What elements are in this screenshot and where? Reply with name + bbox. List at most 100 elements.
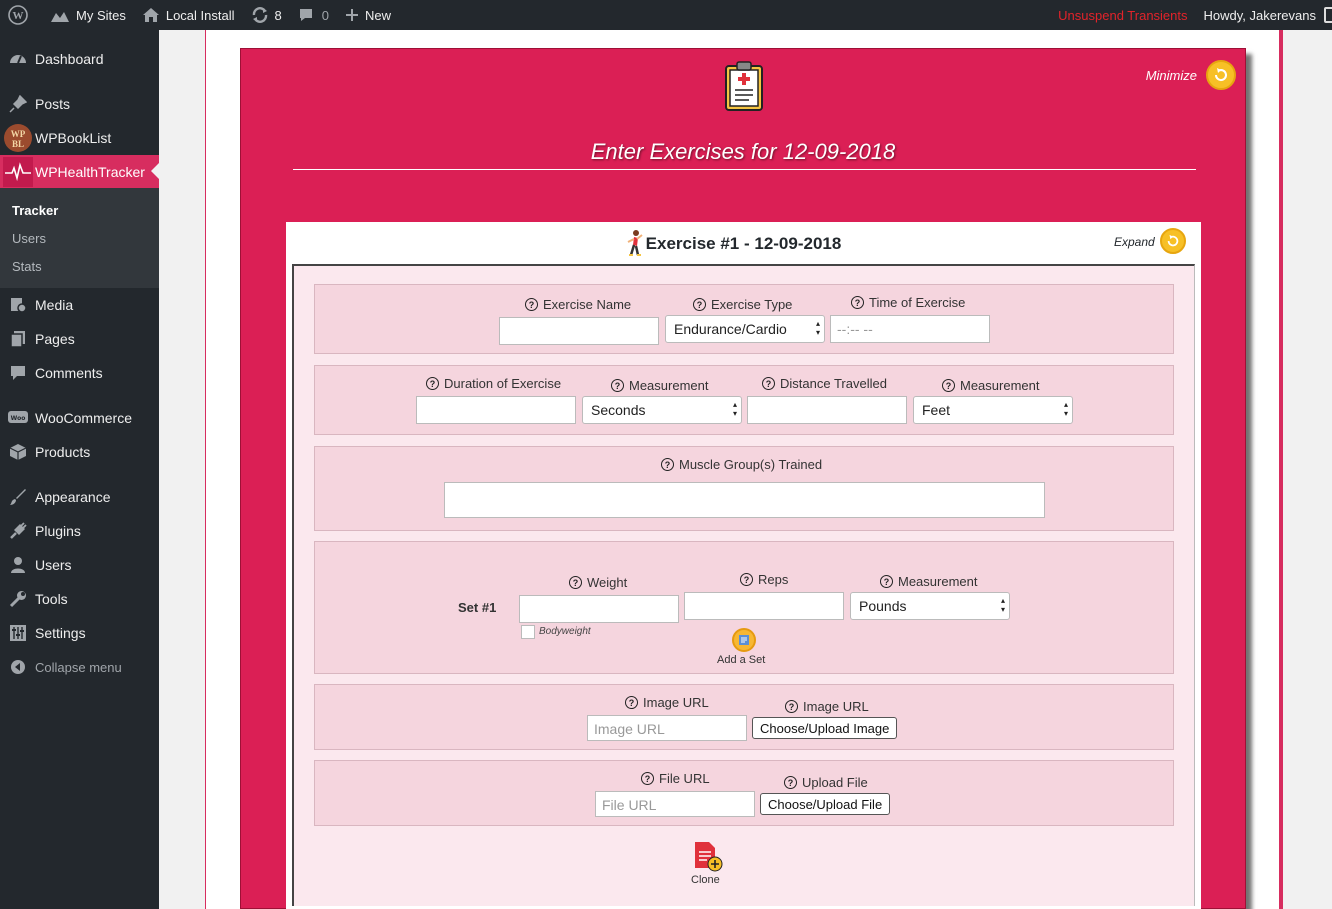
- help-icon[interactable]: ?: [569, 576, 582, 589]
- brush-icon: [9, 489, 26, 505]
- sidebar-item-wphealthtracker[interactable]: WPHealthTracker: [0, 155, 159, 189]
- exercise-name-input[interactable]: [499, 317, 659, 345]
- refresh-icon: [1167, 234, 1179, 247]
- weight-input[interactable]: [519, 595, 679, 623]
- sidebar-item-products[interactable]: Products: [0, 435, 159, 469]
- sidebar-item-label: Media: [35, 297, 74, 313]
- sidebar-item-media[interactable]: Media: [0, 288, 159, 322]
- sidebar-item-users[interactable]: Users: [0, 548, 159, 582]
- help-icon[interactable]: ?: [641, 772, 654, 785]
- submenu-item-users[interactable]: Users: [12, 231, 46, 246]
- plus-icon: [345, 9, 358, 21]
- add-set-label[interactable]: Add a Set: [717, 654, 765, 666]
- help-icon[interactable]: ?: [693, 298, 706, 311]
- sidebar-item-comments[interactable]: Comments: [0, 356, 159, 390]
- sidebar-item-pages[interactable]: Pages: [0, 322, 159, 356]
- choose-upload-file-button[interactable]: Choose/Upload File: [760, 793, 891, 815]
- time-of-exercise-label: ? Time of Exercise: [851, 295, 965, 310]
- measurement-label: ? Measurement: [880, 574, 977, 589]
- user-icon: [10, 557, 25, 573]
- submenu-item-stats[interactable]: Stats: [12, 259, 42, 274]
- sidebar-item-wpbooklist[interactable]: WP BL WPBookList: [0, 121, 159, 155]
- sidebar-item-woocommerce[interactable]: Woo WooCommerce: [0, 401, 159, 435]
- svg-text:WP: WP: [10, 129, 25, 139]
- reps-input[interactable]: [684, 592, 844, 620]
- label-text: Exercise Type: [711, 297, 793, 312]
- label-text: Measurement: [898, 574, 978, 589]
- sidebar-item-label: Dashboard: [35, 51, 104, 67]
- sidebar-item-settings[interactable]: Settings: [0, 616, 159, 650]
- distance-input[interactable]: [747, 396, 907, 424]
- help-icon[interactable]: ?: [785, 700, 798, 713]
- avatar[interactable]: [1324, 7, 1332, 23]
- minimize-label[interactable]: Minimize: [1146, 68, 1197, 83]
- distance-label: ? Distance Travelled: [762, 376, 887, 391]
- clone-button[interactable]: [693, 840, 723, 875]
- bodyweight-checkbox[interactable]: [521, 625, 535, 639]
- measurement-label: ? Measurement: [942, 378, 1039, 393]
- help-icon[interactable]: ?: [784, 776, 797, 789]
- label-text: Image URL: [643, 695, 709, 710]
- duration-input[interactable]: [416, 396, 576, 424]
- help-icon[interactable]: ?: [851, 296, 864, 309]
- duration-measurement-select[interactable]: Seconds: [582, 396, 742, 424]
- svg-text:W: W: [13, 10, 24, 22]
- heartbeat-icon: [2, 157, 33, 187]
- time-of-exercise-input[interactable]: --:-- --: [830, 315, 990, 343]
- sidebar-item-plugins[interactable]: Plugins: [0, 514, 159, 548]
- clone-label[interactable]: Clone: [691, 874, 720, 886]
- panel-title: Enter Exercises for 12-09-2018: [590, 139, 896, 164]
- woo-icon: Woo: [7, 411, 28, 423]
- help-icon[interactable]: ?: [661, 458, 674, 471]
- sidebar-item-label: Comments: [35, 365, 103, 381]
- exercise-type-select[interactable]: Endurance/Cardio: [665, 315, 825, 343]
- sidebar-item-appearance[interactable]: Appearance: [0, 480, 159, 514]
- unsuspend-transients-link[interactable]: Unsuspend Transients: [1050, 8, 1195, 23]
- sidebar-item-label: Appearance: [35, 489, 111, 505]
- expand-label[interactable]: Expand: [1114, 235, 1155, 249]
- minimize-button[interactable]: [1206, 60, 1236, 90]
- image-url-input[interactable]: Image URL: [587, 715, 747, 741]
- svg-text:Woo: Woo: [10, 415, 25, 422]
- help-icon[interactable]: ?: [762, 377, 775, 390]
- help-icon[interactable]: ?: [611, 379, 624, 392]
- updates-menu[interactable]: 8: [243, 0, 290, 30]
- my-sites-menu[interactable]: My Sites: [42, 0, 134, 30]
- file-url-input[interactable]: File URL: [595, 791, 755, 817]
- comments-menu[interactable]: 0: [290, 0, 337, 30]
- label-text: Distance Travelled: [780, 376, 887, 391]
- sidebar-item-posts[interactable]: Posts: [0, 87, 159, 121]
- label-text: Reps: [758, 572, 789, 587]
- exercise-type-label: ? Exercise Type: [693, 297, 792, 312]
- site-name-label: Local Install: [165, 7, 235, 23]
- site-name-menu[interactable]: Local Install: [134, 0, 243, 30]
- choose-upload-image-button[interactable]: Choose/Upload Image: [752, 717, 898, 739]
- help-icon[interactable]: ?: [880, 575, 893, 588]
- add-set-button[interactable]: [732, 628, 756, 652]
- help-icon[interactable]: ?: [625, 696, 638, 709]
- wpbooklist-logo-icon: WPBL: [3, 124, 32, 152]
- sidebar-item-tools[interactable]: Tools: [0, 582, 159, 616]
- wordpress-logo-button[interactable]: W: [0, 0, 42, 30]
- new-content-menu[interactable]: New: [337, 0, 399, 30]
- help-icon[interactable]: ?: [942, 379, 955, 392]
- row-sets: Set #1 ? Weight Bodyweight ? Reps ? Measure…: [314, 541, 1174, 674]
- sidebar-item-dashboard[interactable]: Dashboard: [0, 42, 159, 76]
- weight-measurement-select[interactable]: Pounds: [850, 592, 1010, 620]
- label-text: Measurement: [629, 378, 709, 393]
- label-text: Time of Exercise: [869, 295, 966, 310]
- submenu-item-tracker[interactable]: Tracker: [12, 203, 58, 218]
- set-label: Set #1: [458, 600, 497, 615]
- file-url-label: ? File URL: [641, 771, 710, 786]
- distance-measurement-select[interactable]: Feet: [913, 396, 1073, 424]
- help-icon[interactable]: ?: [426, 377, 439, 390]
- pin-icon: [8, 95, 27, 113]
- help-icon[interactable]: ?: [740, 573, 753, 586]
- expand-button[interactable]: [1160, 228, 1186, 254]
- sidebar-item-label: Pages: [35, 331, 75, 347]
- howdy-user-menu[interactable]: Howdy, Jakerevans: [1196, 8, 1320, 23]
- muscle-groups-input[interactable]: [444, 482, 1045, 518]
- help-icon[interactable]: ?: [525, 298, 538, 311]
- home-icon: [142, 8, 159, 22]
- collapse-menu-button[interactable]: Collapse menu: [0, 650, 159, 684]
